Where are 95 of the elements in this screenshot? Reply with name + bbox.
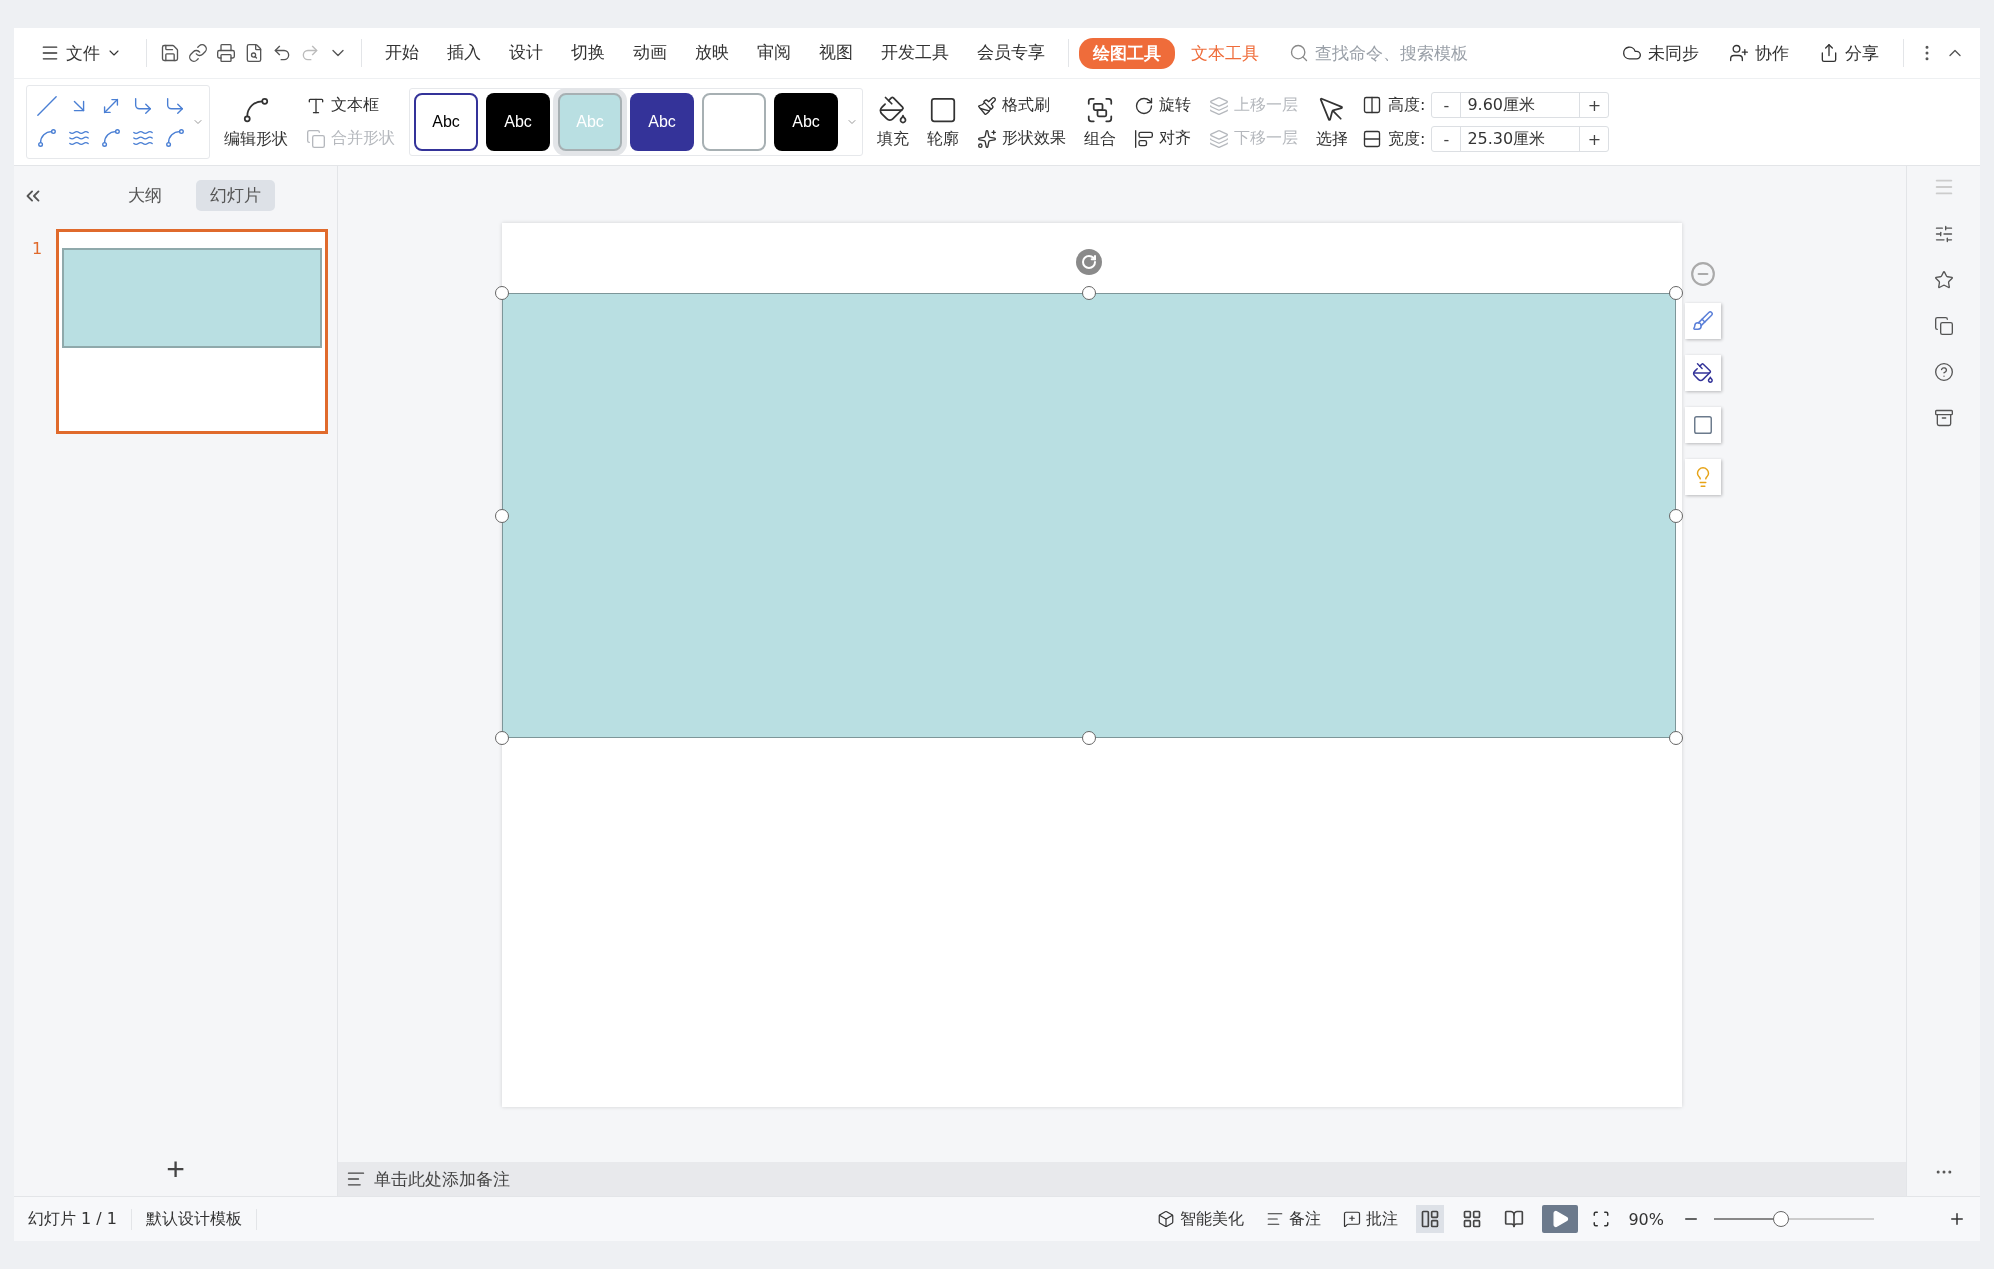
merge-icon bbox=[306, 128, 326, 149]
notes-icon bbox=[1266, 1210, 1285, 1228]
select-button[interactable]: 选择 bbox=[1312, 92, 1352, 152]
resize-handle[interactable] bbox=[495, 508, 509, 523]
help-icon[interactable] bbox=[1933, 362, 1954, 382]
cloud-icon bbox=[1622, 43, 1642, 63]
sparkles-icon bbox=[977, 128, 997, 149]
beautify-button[interactable]: 智能美化 bbox=[1153, 1206, 1249, 1232]
share-icon bbox=[1819, 43, 1839, 63]
star-icon[interactable] bbox=[1933, 270, 1954, 290]
slide-thumbnail[interactable] bbox=[56, 229, 328, 434]
align-button[interactable]: 对齐 bbox=[1130, 126, 1195, 151]
resize-handle[interactable] bbox=[495, 731, 509, 745]
menu-tab[interactable]: 审阅 bbox=[744, 36, 804, 70]
size-label: 高度: bbox=[1388, 94, 1426, 116]
brush-button[interactable] bbox=[1685, 303, 1721, 339]
add-slide-button[interactable]: + bbox=[156, 1151, 195, 1188]
style-swatch[interactable] bbox=[702, 93, 766, 151]
fit-icon[interactable] bbox=[1592, 1210, 1611, 1228]
width-icon bbox=[1362, 129, 1382, 149]
connector-icon[interactable] bbox=[164, 127, 186, 149]
style-swatch[interactable]: Abc bbox=[774, 93, 838, 151]
menu-tab[interactable]: 切换 bbox=[558, 36, 618, 70]
rotate-button[interactable]: 旋转 bbox=[1130, 93, 1195, 118]
share-button[interactable]: 分享 bbox=[1805, 37, 1893, 69]
template-name: 默认设计模板 bbox=[146, 1208, 257, 1230]
shape-effects-button[interactable]: 形状效果 bbox=[973, 126, 1070, 151]
decrement-button[interactable]: - bbox=[1432, 94, 1461, 116]
panel-tab[interactable]: 大纲 bbox=[114, 180, 176, 211]
rotate-icon bbox=[1134, 95, 1154, 116]
user-plus-icon bbox=[1729, 43, 1749, 63]
notes-button[interactable]: 备注 bbox=[1262, 1206, 1326, 1232]
decrement-button[interactable]: - bbox=[1432, 128, 1461, 150]
search-icon bbox=[1289, 43, 1309, 63]
menu-tab[interactable]: 开始 bbox=[372, 36, 432, 70]
size-spinner[interactable]: - 25.30厘米 + bbox=[1431, 126, 1610, 152]
copy-icon[interactable] bbox=[1933, 316, 1954, 336]
group-button[interactable]: 组合 bbox=[1080, 92, 1120, 152]
outline-button[interactable] bbox=[1685, 407, 1721, 443]
connector-icon[interactable] bbox=[164, 95, 186, 117]
style-swatch[interactable]: Abc bbox=[414, 93, 478, 151]
resize-handle[interactable] bbox=[495, 286, 509, 300]
zoom-dropdown[interactable]: 90% bbox=[1624, 1207, 1668, 1231]
size-label: 宽度: bbox=[1388, 128, 1426, 150]
paint-bucket-icon bbox=[1692, 362, 1714, 384]
search-field[interactable]: 查找命令、搜索模板 bbox=[1289, 42, 1493, 64]
size-spinner[interactable]: - 9.60厘米 + bbox=[1431, 92, 1610, 118]
size-field[interactable]: 25.30厘米 bbox=[1460, 127, 1581, 151]
brush-icon bbox=[1692, 310, 1714, 332]
comment-icon bbox=[1343, 1210, 1362, 1228]
paint-bucket-icon bbox=[878, 94, 908, 125]
collab-button[interactable]: 协作 bbox=[1715, 37, 1803, 69]
menu-tab[interactable]: 会员专享 bbox=[964, 36, 1058, 70]
edit-shape-button[interactable]: 编辑形状 bbox=[220, 92, 292, 152]
normal-view-icon[interactable] bbox=[1416, 1205, 1445, 1233]
connector-icon[interactable] bbox=[36, 95, 58, 117]
zoom-in-icon[interactable] bbox=[1948, 1210, 1966, 1228]
slider-thumb[interactable] bbox=[1773, 1211, 1790, 1227]
layers-icon bbox=[1209, 128, 1229, 149]
notes-placeholder: 单击此处添加备注 bbox=[374, 1167, 510, 1191]
notes-bar[interactable]: 单击此处添加备注 bbox=[338, 1162, 1906, 1196]
align-icon bbox=[1134, 128, 1154, 149]
file-menu[interactable]: 文件 bbox=[26, 37, 136, 69]
layers-icon bbox=[1209, 95, 1229, 116]
sync-button[interactable]: 未同步 bbox=[1608, 37, 1713, 69]
size-field[interactable]: 9.60厘米 bbox=[1460, 93, 1581, 117]
play-button[interactable] bbox=[1542, 1205, 1579, 1233]
archive-icon[interactable] bbox=[1933, 408, 1954, 428]
format-painter-button[interactable]: 格式刷 bbox=[973, 93, 1054, 118]
connector-icon[interactable] bbox=[100, 127, 122, 149]
fill-button[interactable] bbox=[1685, 355, 1721, 391]
style-swatch[interactable]: Abc bbox=[630, 93, 694, 151]
height-icon bbox=[1362, 95, 1382, 115]
increment-button[interactable]: + bbox=[1580, 94, 1609, 116]
outline-button[interactable]: 轮廓 bbox=[923, 92, 963, 152]
menu-tab[interactable]: 设计 bbox=[496, 36, 556, 70]
menu-tab[interactable]: 插入 bbox=[434, 36, 494, 70]
sliders-icon[interactable] bbox=[1933, 224, 1954, 244]
slide-number: 1 bbox=[32, 239, 44, 258]
cube-icon bbox=[1157, 1210, 1176, 1228]
increment-button[interactable]: + bbox=[1580, 128, 1609, 150]
comments-button[interactable]: 批注 bbox=[1339, 1206, 1403, 1232]
menu-tab[interactable]: 放映 bbox=[682, 36, 742, 70]
connector-icon[interactable] bbox=[132, 95, 154, 117]
connector-icon[interactable] bbox=[36, 127, 58, 149]
slide-counter: 幻灯片 1 / 1 bbox=[28, 1208, 132, 1230]
panel-tab[interactable]: 幻灯片 bbox=[196, 180, 275, 211]
menu-tab[interactable]: 开发工具 bbox=[868, 36, 962, 70]
text-box-button[interactable]: 文本框 bbox=[302, 93, 383, 118]
style-swatch[interactable]: Abc bbox=[486, 93, 550, 151]
square-icon bbox=[1692, 414, 1714, 436]
menu-tab[interactable]: 动画 bbox=[620, 36, 680, 70]
paintbrush-icon bbox=[977, 95, 997, 116]
fill-button[interactable]: 填充 bbox=[873, 92, 913, 152]
menu-tab[interactable]: 视图 bbox=[806, 36, 866, 70]
